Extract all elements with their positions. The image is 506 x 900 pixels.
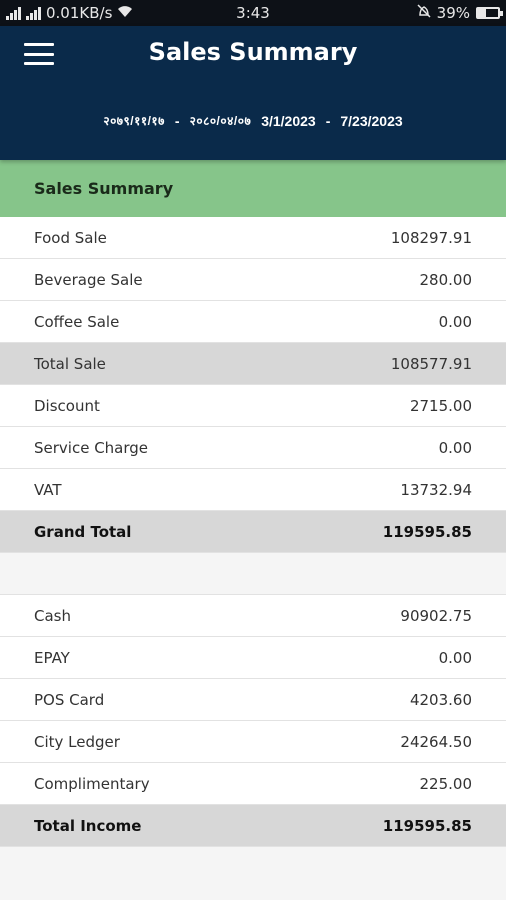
row-value: 280.00 — [419, 270, 473, 289]
table-row: Coffee Sale 0.00 — [0, 301, 506, 343]
row-label: Discount — [34, 396, 100, 415]
table-row: Complimentary 225.00 — [0, 763, 506, 805]
row-value: 119595.85 — [382, 522, 472, 541]
row-value: 119595.85 — [382, 816, 472, 835]
spacer — [0, 553, 506, 595]
row-value: 225.00 — [419, 774, 473, 793]
row-label: VAT — [34, 480, 62, 499]
status-bar: 0.01KB/s 3:43 39% — [0, 0, 506, 26]
row-value: 2715.00 — [409, 396, 472, 415]
row-label: City Ledger — [34, 732, 120, 751]
battery-percent: 39% — [436, 4, 470, 22]
table-row: Total Income 119595.85 — [0, 805, 506, 847]
row-label: Grand Total — [34, 522, 132, 541]
income-list: Cash 90902.75 EPAY 0.00 POS Card 4203.60 City … — [0, 595, 506, 847]
from-date: 3/1/2023 — [261, 112, 316, 129]
table-row: Food Sale 108297.91 — [0, 217, 506, 259]
to-date: 7/23/2023 — [340, 112, 403, 129]
page-title: Sales Summary — [148, 38, 358, 66]
row-value: 108297.91 — [390, 228, 472, 247]
row-value: 0.00 — [438, 312, 472, 331]
table-row: POS Card 4203.60 — [0, 679, 506, 721]
date-range: २०७९/११/१७ - २०८०/०४/०७ 3/1/2023 - 7/23/… — [0, 112, 506, 129]
table-row: Total Sale 108577.91 — [0, 343, 506, 385]
battery-icon — [476, 7, 503, 19]
table-row: Discount 2715.00 — [0, 385, 506, 427]
signal-icon — [6, 6, 21, 20]
wifi-icon — [117, 4, 133, 22]
row-value: 4203.60 — [409, 690, 472, 709]
row-value: 13732.94 — [400, 480, 472, 499]
row-label: EPAY — [34, 648, 70, 667]
row-label: Food Sale — [34, 228, 107, 247]
alarm-off-icon — [417, 4, 431, 22]
date-separator-2: - — [325, 112, 331, 129]
table-row: Beverage Sale 280.00 — [0, 259, 506, 301]
table-row: EPAY 0.00 — [0, 637, 506, 679]
table-row: City Ledger 24264.50 — [0, 721, 506, 763]
row-value: 24264.50 — [400, 732, 472, 751]
row-value: 0.00 — [438, 648, 472, 667]
table-row: Grand Total 119595.85 — [0, 511, 506, 553]
row-value: 0.00 — [438, 438, 472, 457]
section-header: Sales Summary — [0, 160, 506, 217]
table-row: Cash 90902.75 — [0, 595, 506, 637]
from-date-nepali: २०७९/११/१७ — [103, 114, 165, 128]
table-row: Service Charge 0.00 — [0, 427, 506, 469]
row-label: Cash — [34, 606, 71, 625]
battery-fill — [478, 9, 486, 17]
row-value: 90902.75 — [400, 606, 472, 625]
row-value: 108577.91 — [390, 354, 472, 373]
row-label: Coffee Sale — [34, 312, 120, 331]
table-row: VAT 13732.94 — [0, 469, 506, 511]
network-speed: 0.01KB/s — [46, 4, 113, 22]
to-date-nepali: २०८०/०४/०७ — [189, 114, 252, 128]
signal-icon-2 — [26, 6, 41, 20]
app-header: Sales Summary २०७९/११/१७ - २०८०/०४/०७ 3/… — [0, 26, 506, 160]
row-label: Complimentary — [34, 774, 150, 793]
status-left: 0.01KB/s — [6, 4, 133, 22]
row-label: Total Sale — [34, 354, 106, 373]
sales-list: Food Sale 108297.91 Beverage Sale 280.00 Cof… — [0, 217, 506, 553]
row-label: Total Income — [34, 816, 142, 835]
row-label: Service Charge — [34, 438, 149, 457]
date-separator: - — [174, 112, 180, 129]
row-label: Beverage Sale — [34, 270, 143, 289]
row-label: POS Card — [34, 690, 105, 709]
status-right: 39% — [417, 4, 503, 22]
